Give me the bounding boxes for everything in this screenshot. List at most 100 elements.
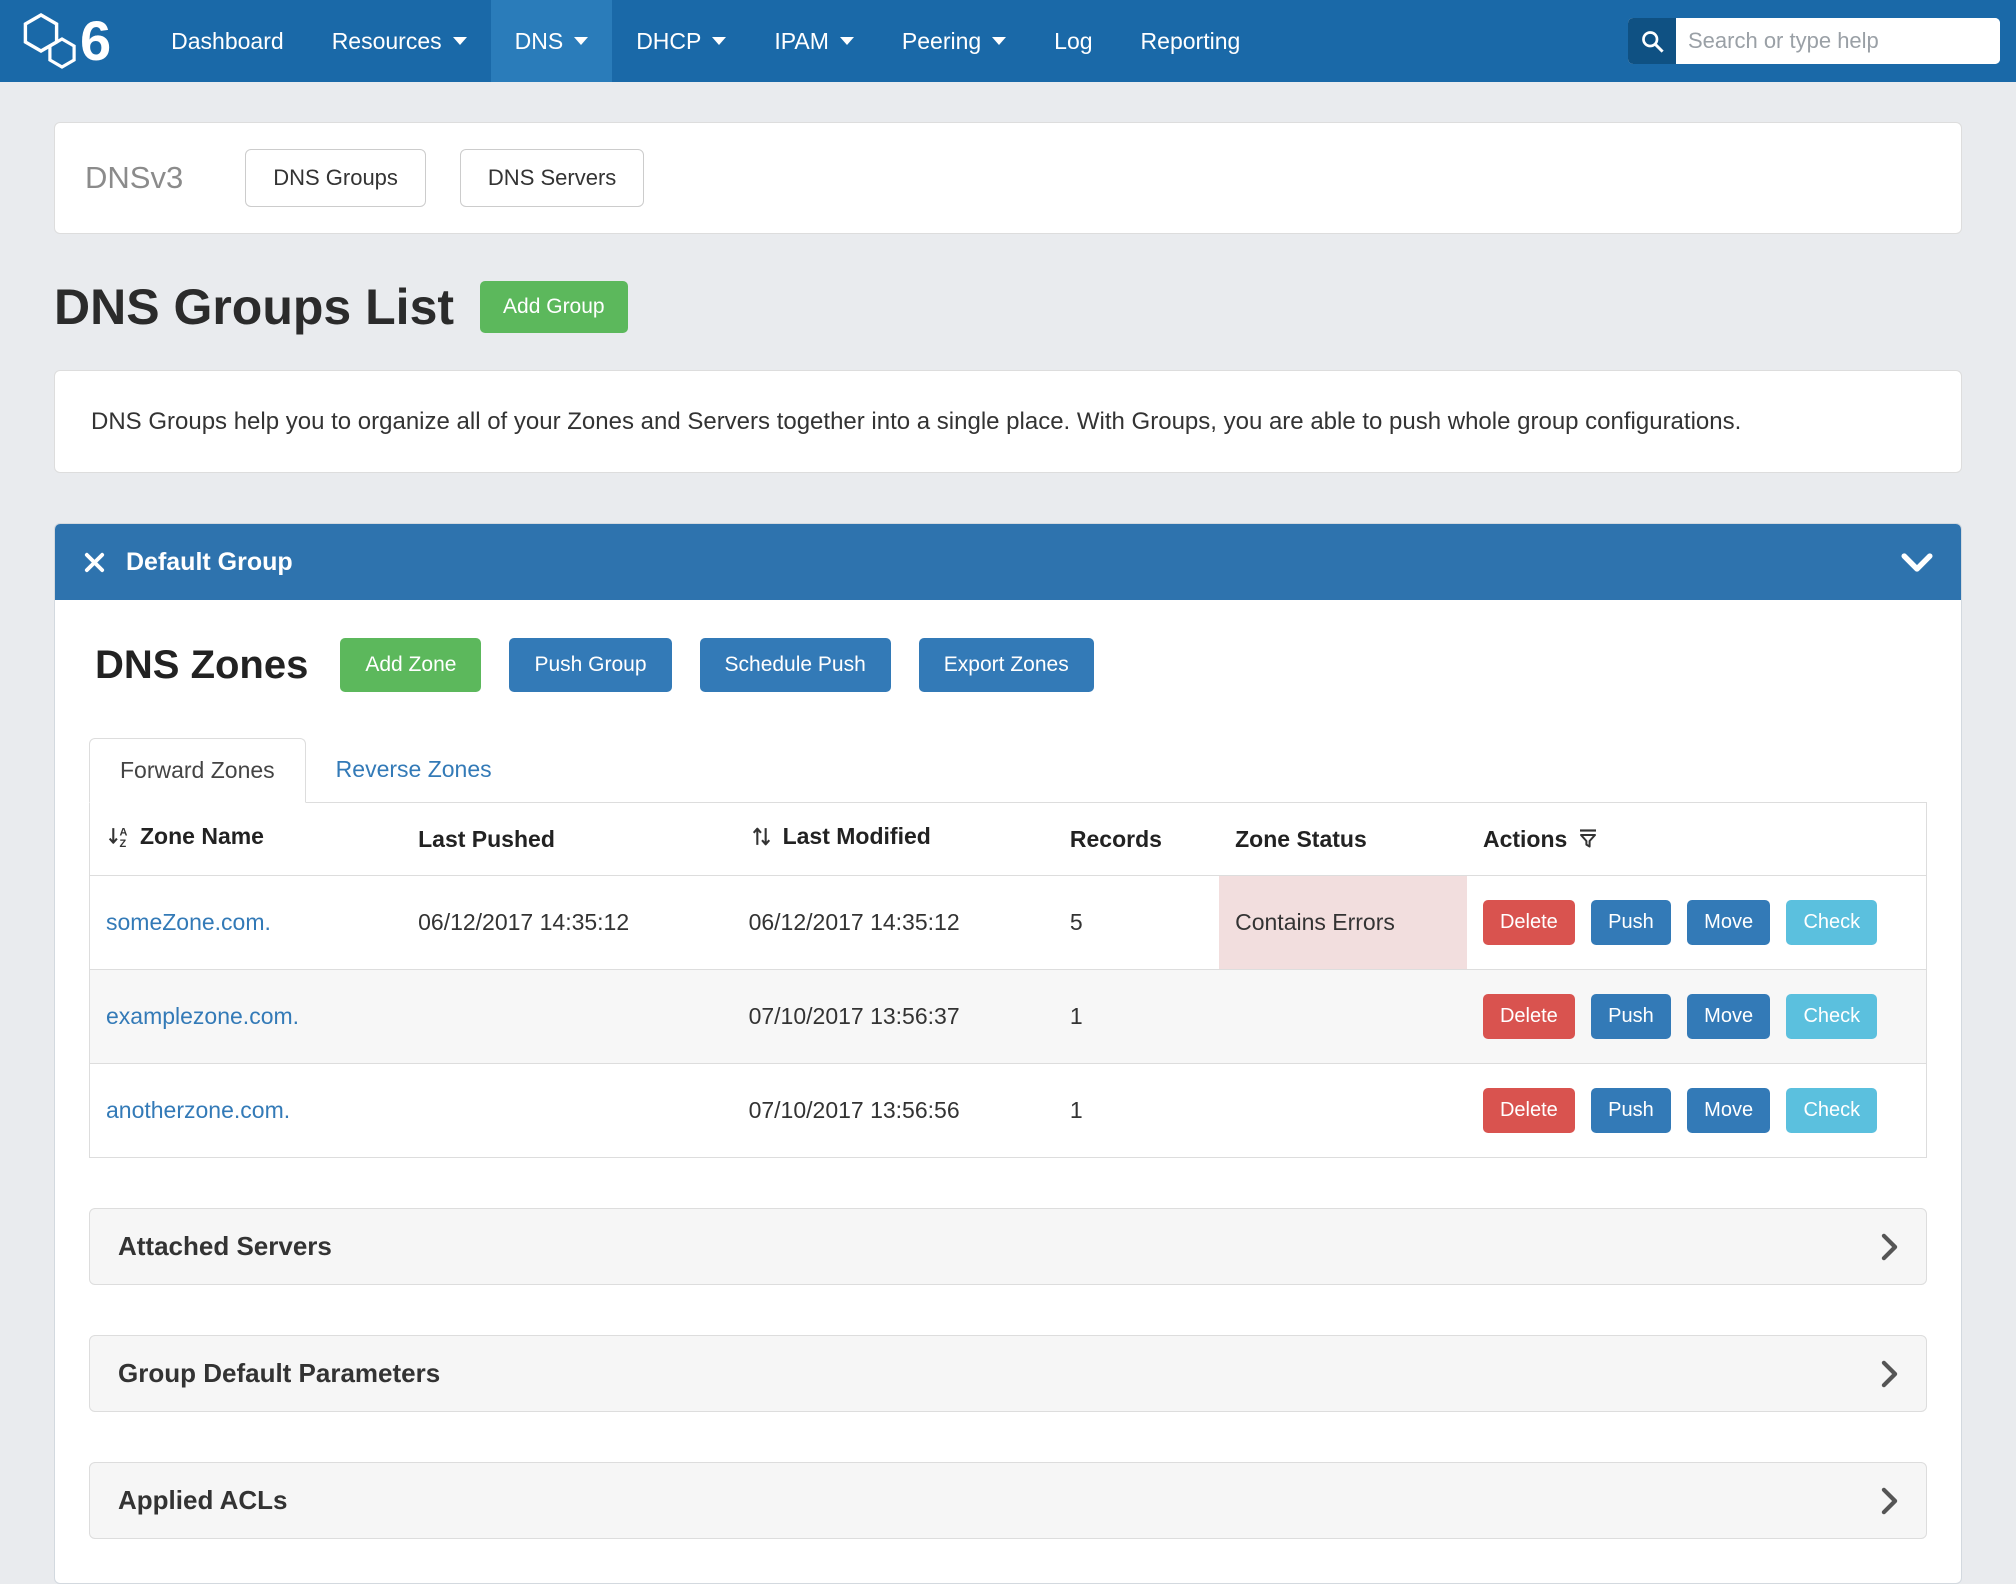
zone-status-cell	[1219, 1064, 1467, 1158]
filter-funnel-icon[interactable]	[1576, 827, 1600, 851]
last-modified-cell: 06/12/2017 14:35:12	[733, 876, 1054, 970]
page-title: DNS Groups List	[54, 278, 454, 336]
nav-label: Log	[1054, 28, 1092, 55]
global-search	[1628, 18, 2000, 64]
chevron-right-icon	[1881, 1360, 1898, 1388]
nav-item-dashboard[interactable]: Dashboard	[147, 0, 308, 82]
nav-label: IPAM	[774, 28, 829, 55]
zone-name-cell: someZone.com.	[90, 876, 402, 970]
add-group-button[interactable]: Add Group	[480, 281, 628, 333]
accordion-label: Applied ACLs	[118, 1485, 287, 1516]
nav-item-resources[interactable]: Resources	[308, 0, 491, 82]
push-button[interactable]: Push	[1591, 994, 1671, 1039]
delete-button[interactable]: Delete	[1483, 994, 1575, 1039]
dns-groups-button[interactable]: DNS Groups	[245, 149, 426, 207]
chevron-down-icon[interactable]	[1901, 552, 1933, 573]
zones-table-wrap: A Z Zone Name Last Pushed	[89, 803, 1927, 1158]
main-nav: Dashboard Resources DNS DHCP IPAM Peerin…	[147, 0, 1264, 82]
move-button[interactable]: Move	[1687, 994, 1770, 1039]
zone-status-cell	[1219, 970, 1467, 1064]
nav-item-reporting[interactable]: Reporting	[1117, 0, 1265, 82]
zones-tabs: Forward Zones Reverse Zones	[89, 738, 1927, 803]
col-zone-name: A Z Zone Name	[90, 803, 402, 876]
accordion-label: Attached Servers	[118, 1231, 332, 1262]
col-last-pushed: Last Pushed	[402, 803, 732, 876]
move-button[interactable]: Move	[1687, 1088, 1770, 1133]
nav-label: Peering	[902, 28, 981, 55]
schedule-push-button[interactable]: Schedule Push	[700, 638, 891, 692]
tab-reverse-zones[interactable]: Reverse Zones	[306, 738, 522, 802]
check-button[interactable]: Check	[1786, 900, 1877, 945]
zone-name-cell: anotherzone.com.	[90, 1064, 402, 1158]
search-input[interactable]	[1676, 18, 2000, 64]
nav-item-log[interactable]: Log	[1030, 0, 1116, 82]
chevron-down-icon	[840, 37, 854, 45]
col-label: Last Modified	[783, 823, 931, 850]
check-button[interactable]: Check	[1786, 1088, 1877, 1133]
last-modified-cell: 07/10/2017 13:56:37	[733, 970, 1054, 1064]
dns-zones-title: DNS Zones	[95, 643, 308, 688]
table-row: someZone.com. 06/12/2017 14:35:12 06/12/…	[90, 876, 1926, 970]
nav-item-dhcp[interactable]: DHCP	[612, 0, 750, 82]
page-header: DNS Groups List Add Group	[54, 278, 1962, 336]
chevron-down-icon	[574, 37, 588, 45]
col-actions: Actions	[1467, 803, 1926, 876]
chevron-right-icon	[1881, 1233, 1898, 1261]
chevron-down-icon	[992, 37, 1006, 45]
move-button[interactable]: Move	[1687, 900, 1770, 945]
zone-link[interactable]: examplezone.com.	[106, 1003, 299, 1029]
tab-forward-zones[interactable]: Forward Zones	[89, 738, 306, 803]
actions-cell: Delete Push Move Check	[1467, 970, 1926, 1064]
accordion-applied-acls[interactable]: Applied ACLs	[89, 1462, 1927, 1539]
col-label: Last Pushed	[418, 826, 555, 852]
zones-table: A Z Zone Name Last Pushed	[90, 803, 1926, 1157]
nav-label: Resources	[332, 28, 442, 55]
records-cell: 5	[1054, 876, 1219, 970]
add-zone-button[interactable]: Add Zone	[340, 638, 481, 692]
push-group-button[interactable]: Push Group	[509, 638, 671, 692]
zone-link[interactable]: anotherzone.com.	[106, 1097, 290, 1123]
nav-item-peering[interactable]: Peering	[878, 0, 1030, 82]
actions-cell: Delete Push Move Check	[1467, 876, 1926, 970]
delete-button[interactable]: Delete	[1483, 1088, 1575, 1133]
group-panel-header[interactable]: Default Group	[55, 524, 1961, 600]
nav-label: DHCP	[636, 28, 701, 55]
app-logo[interactable]: 6	[20, 0, 121, 82]
col-records: Records	[1054, 803, 1219, 876]
table-row: anotherzone.com. 07/10/2017 13:56:56 1 D…	[90, 1064, 1926, 1158]
push-button[interactable]: Push	[1591, 1088, 1671, 1133]
zone-link[interactable]: someZone.com.	[106, 909, 271, 935]
check-button[interactable]: Check	[1786, 994, 1877, 1039]
nav-item-dns[interactable]: DNS	[491, 0, 613, 82]
section-label: DNSv3	[85, 160, 183, 196]
zone-name-cell: examplezone.com.	[90, 970, 402, 1064]
accordion-attached-servers[interactable]: Attached Servers	[89, 1208, 1927, 1285]
zone-status-cell: Contains Errors	[1219, 876, 1467, 970]
last-pushed-cell	[402, 970, 732, 1064]
nav-label: Reporting	[1141, 28, 1241, 55]
hexagon-logo-icon	[20, 10, 82, 72]
logo-number: 6	[80, 13, 111, 69]
dns-zones-toolbar: DNS Zones Add Zone Push Group Schedule P…	[89, 638, 1927, 692]
push-button[interactable]: Push	[1591, 900, 1671, 945]
search-icon[interactable]	[1628, 18, 1676, 64]
dns-groups-description: DNS Groups help you to organize all of y…	[91, 403, 1851, 440]
col-last-modified: Last Modified	[733, 803, 1054, 876]
last-modified-cell: 07/10/2017 13:56:56	[733, 1064, 1054, 1158]
actions-cell: Delete Push Move Check	[1467, 1064, 1926, 1158]
nav-item-ipam[interactable]: IPAM	[750, 0, 878, 82]
last-pushed-cell	[402, 1064, 732, 1158]
dnsv3-toolbar: DNSv3 DNS Groups DNS Servers	[54, 122, 1962, 234]
delete-button[interactable]: Delete	[1483, 900, 1575, 945]
chevron-down-icon	[712, 37, 726, 45]
col-label: Zone Name	[140, 823, 264, 850]
chevron-right-icon	[1881, 1487, 1898, 1515]
chevron-down-icon	[453, 37, 467, 45]
svg-text:Z: Z	[120, 838, 127, 849]
dns-servers-button[interactable]: DNS Servers	[460, 149, 644, 207]
export-zones-button[interactable]: Export Zones	[919, 638, 1094, 692]
sort-alphabetical-icon[interactable]: A Z	[106, 824, 131, 849]
close-icon[interactable]	[83, 551, 106, 574]
sort-up-down-icon[interactable]	[749, 824, 774, 849]
accordion-group-default-parameters[interactable]: Group Default Parameters	[89, 1335, 1927, 1412]
